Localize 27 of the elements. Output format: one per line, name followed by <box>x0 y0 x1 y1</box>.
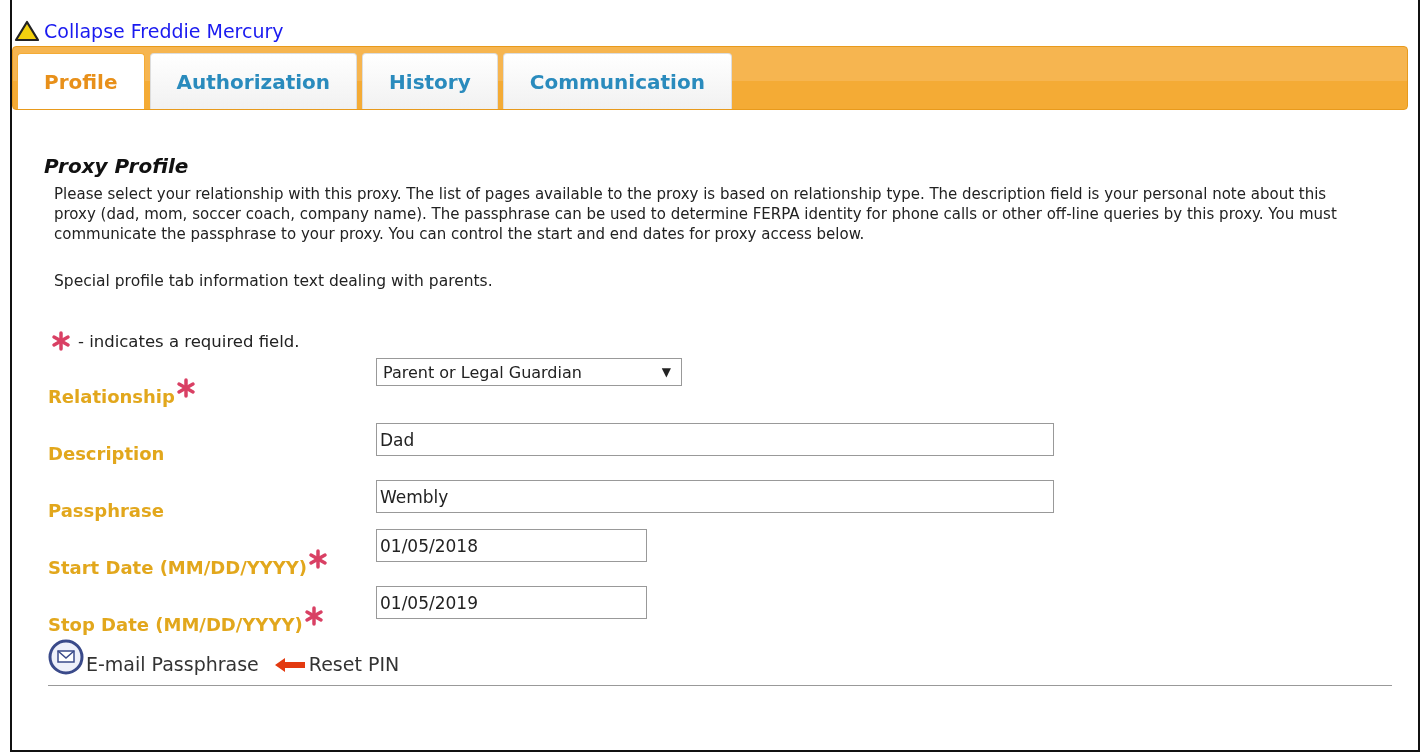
field-label: Passphrase <box>48 500 164 521</box>
special-note: Special profile tab information text dealing with parents. <box>54 272 494 290</box>
field-label: Stop Date (MM/DD/YYYY) <box>48 614 303 635</box>
input-field[interactable]: Wembly <box>376 480 1054 513</box>
relationship-select[interactable]: Parent or Legal Guardian ▼ <box>376 358 682 386</box>
input-field[interactable]: Dad <box>376 423 1054 456</box>
section-title: Proxy Profile <box>44 154 190 178</box>
field-label: Relationship <box>48 386 175 407</box>
field-label: Description <box>48 443 165 464</box>
tab[interactable]: Authorization <box>149 53 358 109</box>
asterisk-icon <box>307 548 330 570</box>
reset-pin-link[interactable]: Reset PIN <box>272 653 400 675</box>
intro-paragraph: Please select your relationship with this proxy. The list of pages available to the proxy is based on relationship type. The description field is your personal note about this proxy (dad, mom, soccer coach, company name). The passphrase can be used to determine FERPA identity for phone calls or other off-line queries by this proxy. You must communicate the passphrase to your proxy. You can control the start and end dates for proxy access below. <box>54 184 1338 244</box>
input-field[interactable]: 01/05/2019 <box>376 586 647 619</box>
warning-icon <box>14 20 40 42</box>
field-label: Start Date (MM/DD/YYYY) <box>48 557 308 578</box>
collapse-link[interactable]: Collapse Freddie Mercury <box>44 20 284 42</box>
tab[interactable]: Communication <box>502 53 732 109</box>
email-passphrase-link[interactable]: E-mail Passphrase <box>48 639 259 675</box>
envelope-icon <box>48 639 84 675</box>
input-field[interactable]: 01/05/2018 <box>376 529 647 562</box>
required-note: - indicates a required field. <box>78 331 300 351</box>
tab[interactable]: History <box>362 53 498 109</box>
asterisk-icon <box>174 377 197 399</box>
asterisk-icon <box>50 330 72 352</box>
dropdown-arrow-icon: ▼ <box>661 365 671 379</box>
asterisk-icon <box>302 605 325 627</box>
